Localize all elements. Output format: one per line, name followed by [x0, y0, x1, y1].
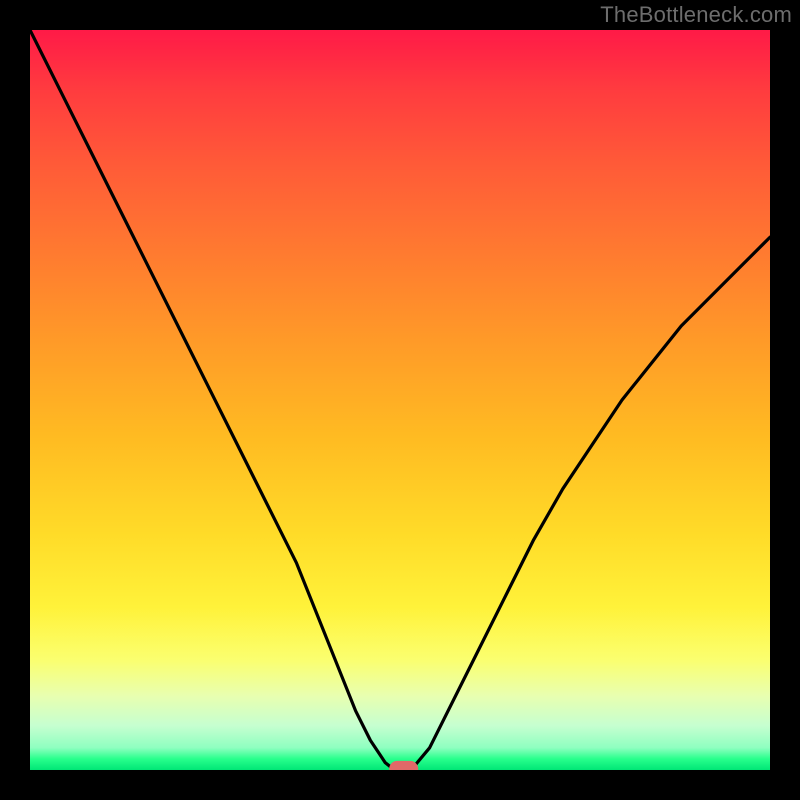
watermark-text: TheBottleneck.com [600, 2, 792, 28]
curve-svg [30, 30, 770, 770]
min-marker [389, 760, 419, 770]
bottleneck-curve [30, 30, 770, 770]
plot-area [30, 30, 770, 770]
chart-frame: TheBottleneck.com [0, 0, 800, 800]
